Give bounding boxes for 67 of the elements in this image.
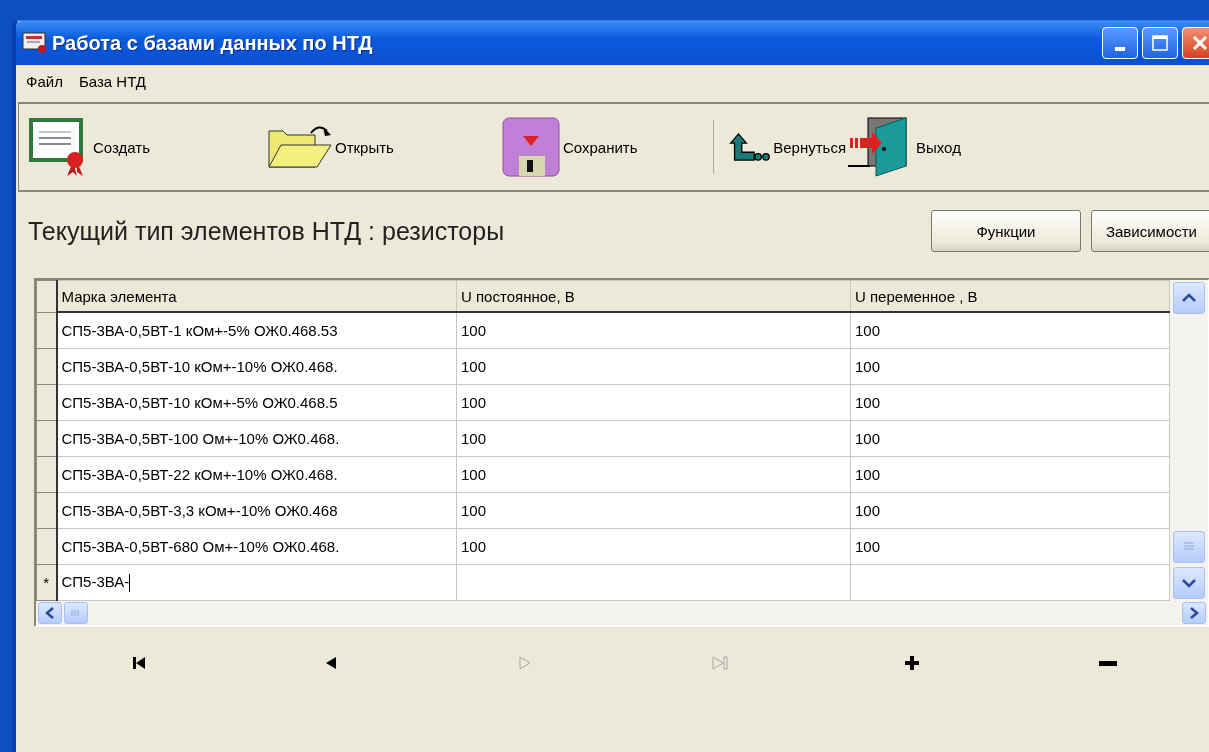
maximize-icon [1152, 35, 1168, 51]
toolbar-button[interactable]: Выход [846, 116, 961, 178]
chevron-right-icon [1189, 607, 1199, 619]
grip-icon [71, 609, 81, 617]
scroll-right-button[interactable] [1182, 602, 1206, 624]
table-cell: 100 [456, 384, 851, 421]
table-cell: 100 [850, 312, 1170, 349]
horizontal-scrollbar[interactable] [36, 601, 1208, 625]
table-cell: 100 [456, 348, 851, 385]
row-indicator[interactable] [36, 312, 57, 349]
column-header[interactable]: U постоянное, В [456, 280, 851, 312]
table-cell: СП5-3ВА-0,5ВТ-680 Ом+-10% ОЖ0.468. [56, 528, 457, 565]
table-cell: 100 [850, 456, 1170, 493]
row-indicator[interactable]: * [36, 564, 57, 601]
scroll-down-button[interactable] [1173, 567, 1205, 599]
table-cell: СП5-3ВА-0,5ВТ-100 Ом+-10% ОЖ0.468. [56, 420, 457, 457]
window-title: Работа с базами данных по НТД [52, 31, 374, 55]
table-cell: СП5-3ВА-0,5ВТ-22 кОм+-10% ОЖ0.468. [56, 456, 457, 493]
element-type-heading: Текущий тип элементов НТД : резисторы [28, 216, 506, 246]
scroll-thumb[interactable] [64, 602, 88, 624]
table-cell: 100 [456, 420, 851, 457]
column-header[interactable]: U переменное , В [850, 280, 1170, 312]
table-cell: 100 [850, 420, 1170, 457]
table-cell: СП5-3ВА- [56, 564, 457, 601]
row-indicator[interactable] [36, 492, 57, 529]
dialog-button[interactable]: Функции [930, 210, 1081, 252]
row-indicator[interactable] [36, 420, 57, 457]
table-cell: СП5-3ВА-0,5ВТ-10 кОм+-10% ОЖ0.468. [56, 348, 457, 385]
toolbar-button[interactable]: Сохранить [501, 116, 713, 178]
vertical-scrollbar[interactable] [1170, 280, 1208, 601]
grip-icon [1183, 542, 1195, 552]
table-cell: 100 [850, 348, 1170, 385]
table-cell: 100 [456, 528, 851, 565]
minimize-icon [1115, 47, 1125, 51]
row-indicator[interactable] [36, 528, 57, 565]
table-cell: 100 [456, 312, 851, 349]
dialog-button[interactable]: Зависимости [1090, 210, 1209, 252]
table-cell: СП5-3ВА-0,5ВТ-3,3 кОм+-10% ОЖ0.468 [56, 492, 457, 529]
column-header[interactable]: Марка элемента [56, 280, 457, 312]
chevron-down-icon [1182, 578, 1196, 588]
chevron-left-icon [45, 607, 55, 619]
minimize-button[interactable] [1102, 27, 1138, 59]
chevron-up-icon [1182, 293, 1196, 303]
table-cell: СП5-3ВА-0,5ВТ-1 кОм+-5% ОЖ0.468.53 [56, 312, 457, 349]
folder-icon [267, 123, 333, 171]
row-indicator[interactable] [36, 384, 57, 421]
scroll-left-button[interactable] [38, 602, 62, 624]
scroll-thumb[interactable] [1173, 531, 1205, 563]
table-cell: 100 [850, 384, 1170, 421]
row-indicator[interactable] [36, 456, 57, 493]
close-button[interactable] [1182, 27, 1209, 59]
close-icon [1192, 35, 1208, 51]
table-cell: 100 [456, 456, 851, 493]
scroll-up-button[interactable] [1173, 282, 1205, 314]
row-indicator[interactable] [36, 348, 57, 385]
table-cell: 100 [850, 528, 1170, 565]
table-cell: СП5-3ВА-0,5ВТ-10 кОм+-5% ОЖ0.468.5 [56, 384, 457, 421]
table-cell: 100 [850, 492, 1170, 529]
menu-item[interactable]: База НТД [72, 71, 152, 92]
toolbar-button[interactable]: Создать [27, 116, 267, 178]
toolbar-button[interactable]: Вернуться [728, 125, 846, 169]
app-icon [22, 31, 48, 55]
row-indicator [36, 280, 57, 312]
maximize-button[interactable] [1142, 27, 1178, 59]
toolbar-button[interactable]: Открыть [267, 123, 501, 171]
table-cell: 100 [456, 492, 851, 529]
menu-item[interactable]: Файл [20, 71, 69, 92]
